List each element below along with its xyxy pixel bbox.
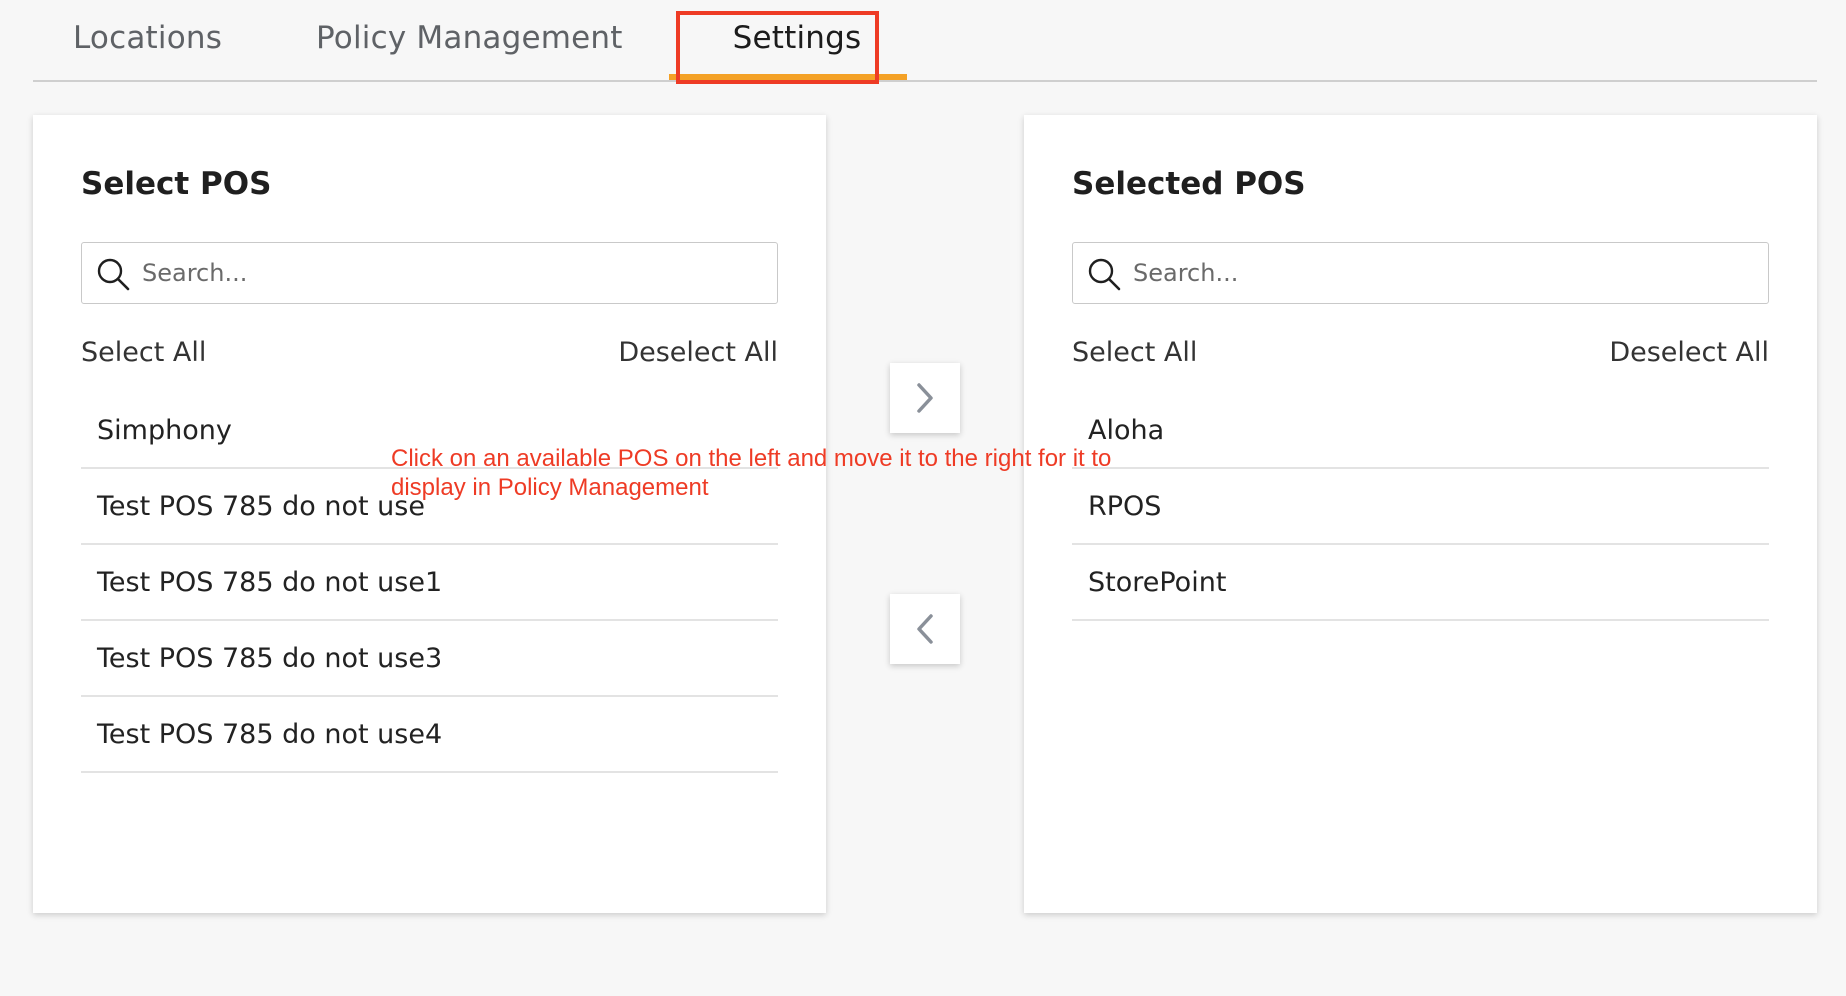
settings-highlight-box (676, 11, 879, 84)
selected-pos-deselect-all[interactable]: Deselect All (1609, 337, 1769, 368)
tab-bar: Locations Policy Management Settings (33, 0, 1817, 82)
selected-pos-search-box[interactable] (1072, 242, 1769, 304)
select-pos-search-box[interactable] (81, 242, 778, 304)
selected-pos-item[interactable]: Aloha (1072, 393, 1769, 469)
selected-pos-item[interactable]: StorePoint (1072, 545, 1769, 621)
select-pos-title: Select POS (81, 166, 272, 202)
chevron-left-icon (917, 614, 933, 644)
move-left-button[interactable] (890, 594, 960, 664)
available-pos-item[interactable]: Test POS 785 do not use1 (81, 545, 778, 621)
move-right-button[interactable] (890, 363, 960, 433)
select-pos-deselect-all[interactable]: Deselect All (618, 337, 778, 368)
search-icon (1088, 258, 1121, 291)
select-pos-select-all[interactable]: Select All (81, 337, 206, 368)
select-pos-search-input[interactable] (142, 251, 762, 295)
selected-pos-panel: Selected POS Select All Deselect All Alo… (1024, 115, 1817, 913)
selected-pos-select-all[interactable]: Select All (1072, 337, 1197, 368)
available-pos-item[interactable]: Test POS 785 do not use3 (81, 621, 778, 697)
instruction-annotation: Click on an available POS on the left an… (391, 445, 1112, 501)
select-pos-panel: Select POS Select All Deselect All Simph… (33, 115, 826, 913)
selected-pos-title: Selected POS (1072, 166, 1306, 202)
tab-locations[interactable]: Locations (73, 20, 222, 64)
search-icon (97, 258, 130, 291)
selected-pos-search-input[interactable] (1133, 251, 1753, 295)
chevron-right-icon (917, 383, 933, 413)
selected-pos-list: Aloha RPOS StorePoint (1072, 393, 1769, 621)
tab-policy-management[interactable]: Policy Management (316, 20, 623, 64)
selected-pos-item[interactable]: RPOS (1072, 469, 1769, 545)
available-pos-item[interactable]: Test POS 785 do not use4 (81, 697, 778, 773)
